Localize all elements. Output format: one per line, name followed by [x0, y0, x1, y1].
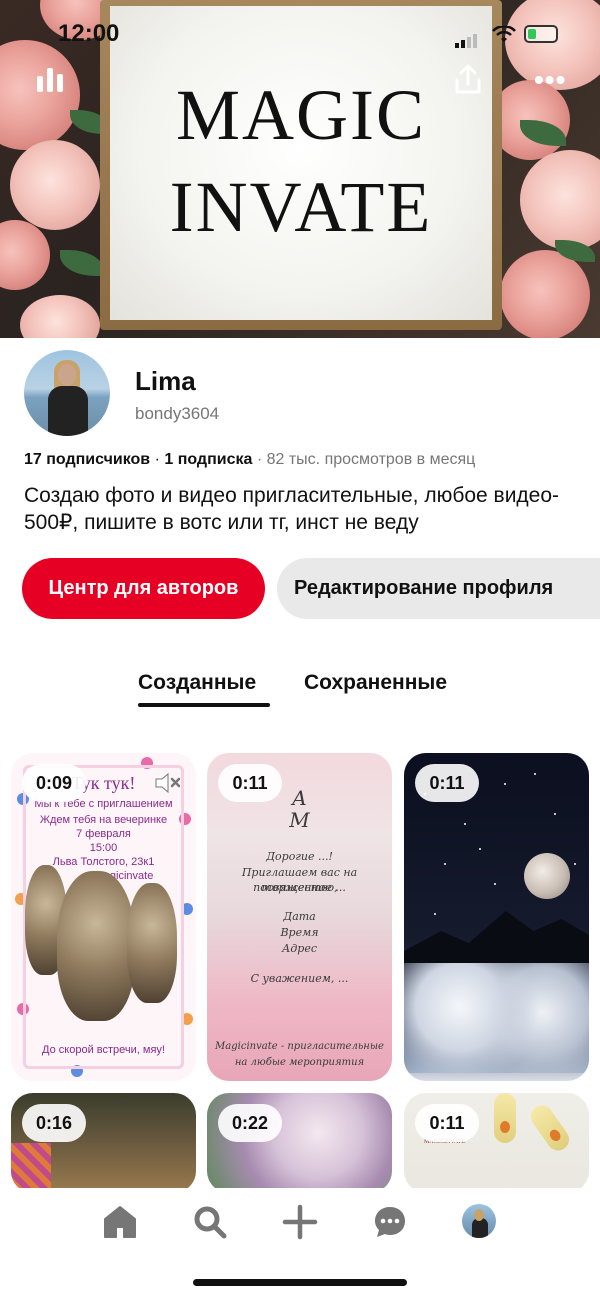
cat-image: [57, 871, 135, 1021]
pin-card[interactable]: 0:16: [11, 1093, 196, 1193]
profile-stats: 17 подписчиков · 1 подписка · 82 тыс. пр…: [24, 451, 475, 469]
pin-text: на любые мероприятия: [234, 1057, 365, 1068]
profile-handle: bondy3604: [135, 404, 220, 423]
rose-decoration: [500, 250, 590, 338]
status-time: 12:00: [58, 20, 120, 47]
pin-text: посвященное ...: [253, 881, 346, 894]
pin-image-detail: [494, 1093, 516, 1143]
profile-nav-avatar[interactable]: [462, 1204, 496, 1238]
pin-text: Ждем тебя на вечеринке: [39, 814, 168, 826]
creator-hub-button[interactable]: Центр для авторов: [22, 558, 265, 619]
pin-card[interactable]: А М Дорогие ...! Приглашаем вас на торже…: [207, 753, 392, 1081]
tab-created[interactable]: Созданные: [138, 671, 256, 695]
pin-text: 7 февраля: [76, 828, 131, 840]
video-duration-badge: 0:16: [22, 1104, 86, 1142]
pin-text: Дорогие ...!: [266, 850, 333, 863]
leaf-decoration: [60, 250, 104, 276]
cover-board: MAGIC INVATE: [110, 6, 492, 320]
rose-decoration: [0, 220, 50, 290]
cat-image: [127, 883, 177, 1003]
pin-text: 15:00: [89, 842, 118, 854]
pin-text: Magicinvate: [94, 870, 154, 882]
stats-separator: ·: [252, 451, 267, 468]
pin-image-detail: [11, 1143, 51, 1193]
snowy-trees: [404, 963, 589, 1073]
following-count[interactable]: 1 подписка: [164, 451, 252, 468]
pin-text: До скорой встречи, мяу!: [42, 1044, 165, 1056]
tab-saved[interactable]: Сохраненные: [304, 671, 447, 695]
followers-count[interactable]: 17 подписчиков: [24, 451, 150, 468]
pin-text: С уважением, ...: [250, 972, 349, 985]
more-options-icon[interactable]: •••: [534, 62, 570, 98]
pin-text: Адрес: [281, 942, 317, 955]
video-duration-badge: 0:11: [415, 764, 479, 802]
wifi-icon: [492, 26, 516, 42]
signal-icon: [455, 30, 479, 48]
stats-separator: ·: [150, 451, 165, 468]
pin-card[interactable]: Тук тук! Мы к тебе с приглашением Ждем т…: [11, 753, 196, 1081]
cover-title-line2: INVATE: [169, 167, 433, 247]
pin-text: Время: [280, 926, 319, 939]
monthly-views: 82 тыс. просмотров в месяц: [266, 451, 476, 468]
pin-card[interactable]: 0:22: [207, 1093, 392, 1193]
profile-cover: MAGIC INVATE 12:00 •••: [0, 0, 600, 338]
profile-avatar[interactable]: [24, 350, 110, 436]
pin-card[interactable]: MAGICINVATE 0:11: [404, 1093, 589, 1193]
add-icon[interactable]: [282, 1204, 318, 1240]
video-duration-badge: 0:22: [218, 1104, 282, 1142]
cover-title-line1: MAGIC: [175, 75, 426, 155]
analytics-icon[interactable]: [32, 62, 68, 98]
battery-icon: [524, 25, 558, 43]
profile-name: Lima: [135, 366, 196, 396]
search-icon[interactable]: [192, 1204, 228, 1240]
pin-text: Magicinvate - пригласительные: [215, 1041, 384, 1052]
pin-image-detail: [526, 1101, 574, 1155]
rose-decoration: [20, 295, 100, 338]
rose-decoration: [520, 150, 600, 250]
share-icon[interactable]: [450, 62, 486, 98]
profile-bio: Создаю фото и видео пригласительные, люб…: [24, 484, 560, 534]
pin-text: Дата: [283, 910, 316, 923]
muted-icon[interactable]: [154, 771, 182, 795]
messages-icon[interactable]: [372, 1204, 408, 1240]
home-indicator: [193, 1279, 407, 1286]
active-tab-indicator: [138, 703, 270, 707]
edit-profile-button[interactable]: Редактирование профиля: [277, 558, 600, 619]
video-duration-badge: 0:09: [22, 764, 86, 802]
video-duration-badge: 0:11: [218, 764, 282, 802]
video-duration-badge: 0:11: [415, 1104, 479, 1142]
pin-card[interactable]: 0:11: [404, 753, 589, 1081]
moon-image: [524, 853, 570, 899]
status-bar: 12:00: [0, 18, 600, 50]
home-icon[interactable]: [102, 1204, 138, 1240]
rose-decoration: [10, 140, 100, 230]
